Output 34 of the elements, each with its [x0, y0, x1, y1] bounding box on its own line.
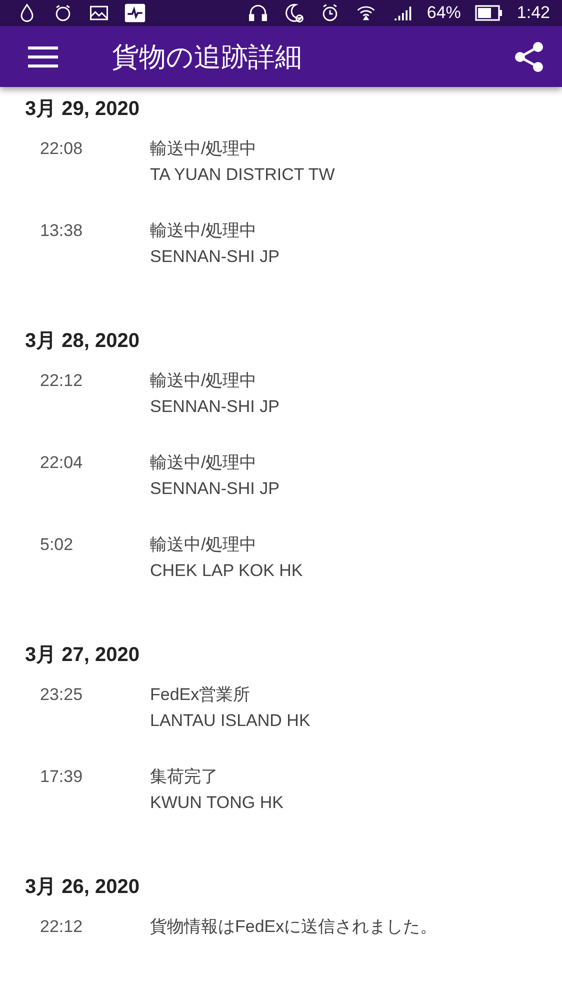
screen-title: 貨物の追跡詳細 — [112, 40, 303, 75]
event-time: 22:12 — [39, 916, 84, 938]
event-location: CHEK LAP KOK HK — [150, 560, 303, 582]
event-time: 17:39 — [39, 766, 84, 788]
event-location: LANTAU ISLAND HK — [150, 710, 310, 732]
event-location: SENNAN-SHI JP — [150, 478, 280, 500]
event-status: 輸送中/処理中 — [150, 534, 257, 556]
event-status: 貨物情報はFedExに送信されました。 — [150, 916, 438, 938]
moon-alarm-icon — [282, 2, 305, 24]
date-heading: 3月 26, 2020 — [25, 875, 141, 899]
event-status: 輸送中/処理中 — [150, 138, 257, 160]
event-time: 22:08 — [39, 138, 84, 160]
event-location: TA YUAN DISTRICT TW — [150, 164, 335, 186]
event-location: KWUN TONG HK — [150, 792, 284, 814]
date-heading: 3月 27, 2020 — [25, 643, 141, 667]
event-status: 輸送中/処理中 — [150, 220, 257, 242]
event-status: FedEx営業所 — [150, 684, 250, 706]
clock: 1:42 — [516, 3, 550, 24]
share-icon[interactable] — [514, 40, 544, 73]
event-status: 輸送中/処理中 — [150, 370, 257, 392]
date-heading: 3月 29, 2020 — [25, 97, 141, 121]
event-location: SENNAN-SHI JP — [150, 396, 280, 418]
event-time: 13:38 — [39, 220, 84, 242]
battery-percent: 64% — [426, 3, 461, 24]
event-status: 輸送中/処理中 — [150, 452, 257, 474]
event-time: 23:25 — [39, 684, 84, 706]
battery-icon — [474, 4, 503, 22]
event-status: 集荷完了 — [150, 766, 218, 788]
event-time: 22:12 — [39, 370, 84, 392]
menu-icon[interactable] — [28, 46, 58, 68]
event-location: SENNAN-SHI JP — [150, 246, 280, 268]
event-time: 22:04 — [39, 452, 84, 474]
event-time: 5:02 — [39, 534, 74, 556]
date-heading: 3月 28, 2020 — [25, 329, 141, 353]
